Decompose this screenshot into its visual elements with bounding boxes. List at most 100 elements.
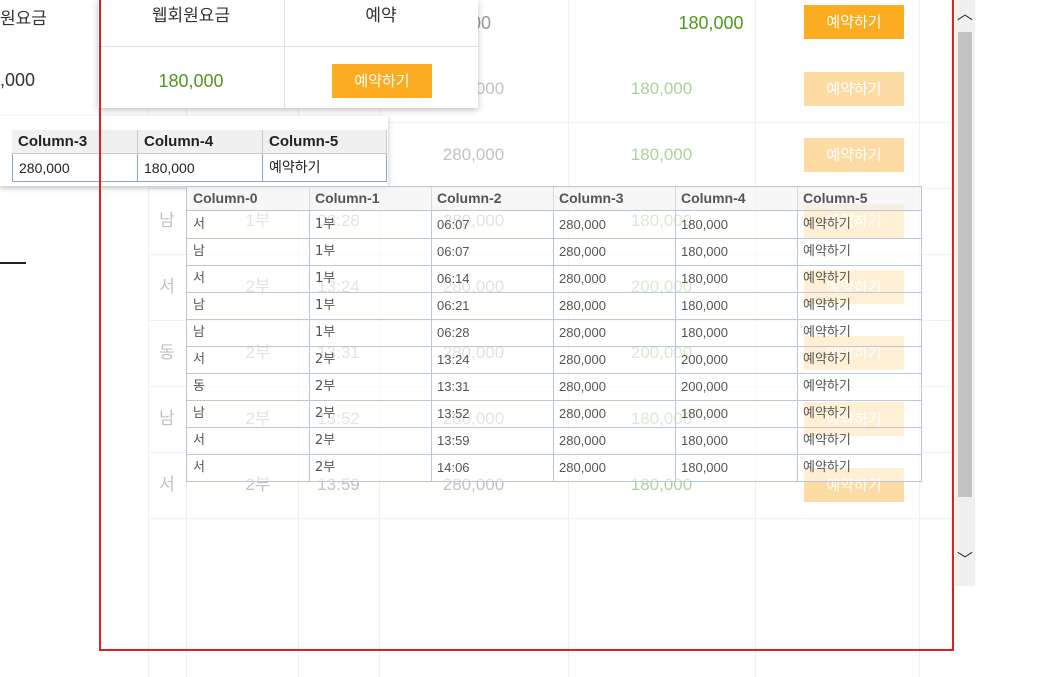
grid-cell[interactable]: 180,000: [675, 292, 797, 319]
divider: [284, 0, 285, 108]
grid-cell[interactable]: 1부: [309, 211, 431, 238]
grid-cell[interactable]: 예약하기: [797, 265, 921, 292]
grid-cell[interactable]: 서: [187, 427, 309, 454]
grid-cell[interactable]: 06:07: [431, 238, 553, 265]
table-row[interactable]: 동 2부 13:31 280,000 200,000 예약하기: [187, 373, 921, 401]
grid-cell[interactable]: 13:31: [431, 373, 553, 400]
column-header[interactable]: Column-5: [263, 130, 387, 154]
grid-cell[interactable]: 280,000: [553, 265, 675, 292]
column-header[interactable]: Column-5: [797, 187, 921, 211]
grid-cell[interactable]: 2부: [309, 346, 431, 373]
column-header[interactable]: Column-2: [431, 187, 553, 211]
grid-cell[interactable]: 서: [187, 346, 309, 373]
grid-cell[interactable]: 280,000: [553, 238, 675, 265]
grid-cell[interactable]: 1부: [309, 265, 431, 292]
grid-cell[interactable]: 180,000: [675, 427, 797, 454]
grid-cell[interactable]: 180,000: [675, 265, 797, 292]
grid-cell[interactable]: 06:07: [431, 211, 553, 238]
grid-cell[interactable]: 280,000: [553, 346, 675, 373]
grid-cell[interactable]: 남: [187, 400, 309, 427]
grid-cell[interactable]: 06:14: [431, 265, 553, 292]
grid-cell[interactable]: 280,000: [553, 427, 675, 454]
schedule-cell-member: 280,000: [442, 145, 505, 164]
grid-cell[interactable]: 280,000: [553, 319, 675, 346]
grid-cell[interactable]: 280,000: [12, 154, 138, 182]
column-header[interactable]: Column-3: [553, 187, 675, 211]
grid-cell[interactable]: 180,000: [675, 400, 797, 427]
grid-cell[interactable]: 예약하기: [797, 292, 921, 319]
table-row[interactable]: 서 1부 06:07 280,000 180,000 예약하기: [187, 211, 921, 239]
web-price: 180,000: [678, 13, 744, 33]
column-header[interactable]: Column-3: [12, 130, 138, 154]
grid-cell[interactable]: 2부: [309, 400, 431, 427]
schedule-cell-side: 서: [159, 475, 175, 494]
vertical-scrollbar[interactable]: ︿ ﹀: [955, 0, 975, 586]
grid-cell[interactable]: 06:28: [431, 319, 553, 346]
grid-cell[interactable]: 예약하기: [797, 454, 921, 481]
grid-cell[interactable]: 280,000: [553, 373, 675, 400]
column-header[interactable]: Column-0: [187, 187, 309, 211]
grid-cell[interactable]: 예약하기: [797, 427, 921, 454]
table-row[interactable]: 서 1부 06:14 280,000 180,000 예약하기: [187, 265, 921, 293]
column-header[interactable]: Column-4: [138, 130, 263, 154]
table-row[interactable]: 서 2부 14:06 280,000 180,000 예약하기: [187, 454, 921, 482]
grid-cell[interactable]: 13:24: [431, 346, 553, 373]
grid-cell[interactable]: 180,000: [675, 238, 797, 265]
grid-cell[interactable]: 180,000: [675, 211, 797, 238]
schedule-cell-web: 180,000: [630, 145, 693, 164]
grid-cell[interactable]: 13:59: [431, 427, 553, 454]
table-row[interactable]: 남 2부 13:52 280,000 180,000 예약하기: [187, 400, 921, 428]
schedule-cell-web: 180,000: [630, 79, 693, 98]
grid-cell[interactable]: 예약하기: [263, 154, 387, 182]
grid-cell[interactable]: 예약하기: [797, 373, 921, 400]
grid-cell[interactable]: 1부: [309, 292, 431, 319]
grid-cell[interactable]: 1부: [309, 319, 431, 346]
chevron-up-icon[interactable]: ︿: [955, 2, 975, 26]
grid-cell[interactable]: 13:52: [431, 400, 553, 427]
reserve-button[interactable]: 예약하기: [804, 5, 904, 39]
grid-cell[interactable]: 280,000: [553, 400, 675, 427]
table-row[interactable]: 서 2부 13:24 280,000 200,000 예약하기: [187, 346, 921, 374]
grid-cell[interactable]: 예약하기: [797, 211, 921, 238]
grid-cell[interactable]: 2부: [309, 427, 431, 454]
column-header[interactable]: Column-1: [309, 187, 431, 211]
grid-cell[interactable]: 06:21: [431, 292, 553, 319]
grid-cell[interactable]: 280,000: [553, 292, 675, 319]
grid-cell[interactable]: 남: [187, 319, 309, 346]
divider: [0, 262, 26, 264]
grid-cell[interactable]: 2부: [309, 454, 431, 481]
table-row[interactable]: 남 1부 06:21 280,000 180,000 예약하기: [187, 292, 921, 320]
grid-cell[interactable]: 예약하기: [797, 238, 921, 265]
member-price-value: ,000: [0, 70, 36, 90]
grid-cell[interactable]: 280,000: [553, 211, 675, 238]
grid-cell[interactable]: 180,000: [138, 154, 263, 182]
schedule-cell-side: 서: [159, 277, 175, 296]
grid-cell[interactable]: 14:06: [431, 454, 553, 481]
grid-cell[interactable]: 예약하기: [797, 400, 921, 427]
reserve-button[interactable]: 예약하기: [332, 64, 432, 98]
table-row[interactable]: 서 2부 13:59 280,000 180,000 예약하기: [187, 427, 921, 455]
grid-cell[interactable]: 서: [187, 211, 309, 238]
reserve-button[interactable]: 예약하기: [804, 138, 904, 172]
schedule-cell-side: 남: [159, 211, 175, 230]
grid-cell[interactable]: 예약하기: [797, 319, 921, 346]
grid-cell[interactable]: 서: [187, 454, 309, 481]
grid-cell[interactable]: 280,000: [553, 454, 675, 481]
grid-cell[interactable]: 남: [187, 292, 309, 319]
scroll-thumb[interactable]: [958, 32, 972, 497]
grid-cell[interactable]: 180,000: [675, 454, 797, 481]
grid-cell[interactable]: 서: [187, 265, 309, 292]
grid-cell[interactable]: 200,000: [675, 373, 797, 400]
column-header[interactable]: Column-4: [675, 187, 797, 211]
reserve-button[interactable]: 예약하기: [804, 72, 904, 106]
chevron-down-icon[interactable]: ﹀: [955, 548, 975, 572]
table-row[interactable]: 남 1부 06:28 280,000 180,000 예약하기: [187, 319, 921, 347]
grid-cell[interactable]: 200,000: [675, 346, 797, 373]
grid-cell[interactable]: 남: [187, 238, 309, 265]
grid-cell[interactable]: 180,000: [675, 319, 797, 346]
grid-cell[interactable]: 예약하기: [797, 346, 921, 373]
grid-cell[interactable]: 1부: [309, 238, 431, 265]
grid-cell[interactable]: 동: [187, 373, 309, 400]
grid-cell[interactable]: 2부: [309, 373, 431, 400]
table-row[interactable]: 남 1부 06:07 280,000 180,000 예약하기: [187, 238, 921, 266]
